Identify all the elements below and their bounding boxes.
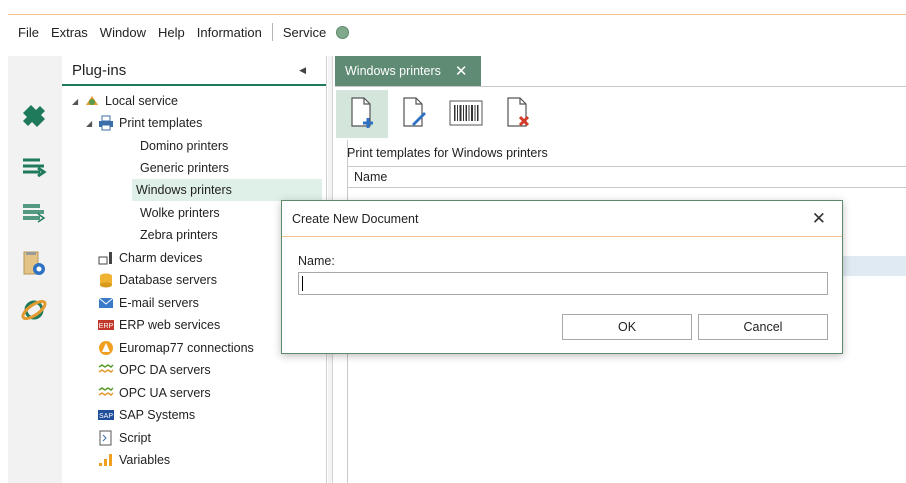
tab-label: Windows printers — [345, 64, 441, 78]
tree-item-windows-printers[interactable]: Windows printers — [132, 179, 322, 201]
barcode-button[interactable] — [440, 90, 492, 138]
svg-text:ERP: ERP — [99, 323, 114, 330]
panel-title: Plug-ins — [72, 61, 127, 79]
email-icon — [98, 295, 114, 311]
device-icon — [98, 250, 114, 266]
cancel-button[interactable]: Cancel — [698, 314, 828, 340]
expanded-icon[interactable]: ◢ — [86, 119, 98, 128]
tree-item-variables[interactable]: Variables — [98, 449, 170, 471]
new-document-icon — [346, 96, 378, 133]
tree-item-euromap77[interactable]: Euromap77 connections — [98, 337, 254, 359]
tree-item-domino-printers[interactable]: Domino printers — [136, 135, 232, 157]
service-status-icon — [336, 25, 350, 39]
ok-button[interactable]: OK — [562, 314, 692, 340]
menu-extras[interactable]: Extras — [45, 25, 94, 40]
document-content: Print templates for Windows printers Nam… — [347, 146, 906, 483]
dialog-titlebar: Create New Document ✕ — [282, 201, 842, 237]
tree-item-zebra-printers[interactable]: Zebra printers — [136, 224, 222, 246]
menu-bar: File Extras Window Help Information Serv… — [0, 20, 906, 44]
tree-item-opc-da-servers[interactable]: OPC DA servers — [98, 359, 211, 381]
opc-icon — [98, 385, 114, 401]
edit-document-icon — [398, 96, 430, 133]
plugins-icon[interactable] — [14, 96, 54, 136]
tree-item-charm-devices[interactable]: Charm devices — [98, 247, 202, 269]
opc-icon — [98, 362, 114, 378]
close-icon[interactable]: ✕ — [455, 62, 468, 80]
expanded-icon[interactable]: ◢ — [72, 97, 84, 106]
barcode-icon — [449, 100, 483, 129]
network-icon[interactable] — [14, 290, 54, 330]
menu-information[interactable]: Information — [191, 25, 268, 40]
menu-file[interactable]: File — [0, 25, 45, 40]
menu-separator — [271, 23, 273, 41]
tree-item-erp-web-services[interactable]: ERP ERP web services — [98, 314, 220, 336]
tree-item-email-servers[interactable]: E-mail servers — [98, 292, 199, 314]
document-toolbar — [336, 90, 544, 138]
triangle-left-icon[interactable]: ◀ — [299, 65, 306, 76]
tree-item-generic-printers[interactable]: Generic printers — [136, 157, 233, 179]
delete-document-icon — [502, 96, 534, 133]
create-new-document-dialog: Create New Document ✕ Name: OK Cancel — [281, 200, 843, 354]
activity-bar — [8, 56, 62, 483]
tree-item-script[interactable]: Script — [98, 427, 151, 449]
tree-item-database-servers[interactable]: Database servers — [98, 269, 217, 291]
column-header-name[interactable]: Name — [348, 166, 906, 188]
close-icon[interactable]: ✕ — [812, 209, 826, 229]
menu-service[interactable]: Service — [277, 25, 332, 40]
tab-divider — [335, 86, 906, 87]
name-label: Name: — [298, 254, 335, 268]
tree-item-wolke-printers[interactable]: Wolke printers — [136, 202, 224, 224]
plugins-panel-header: Plug-ins ◀ — [62, 56, 326, 86]
tree-item-sap-systems[interactable]: SAP SAP Systems — [98, 404, 195, 426]
printer-icon — [98, 115, 114, 131]
text-caret — [302, 276, 303, 291]
transfer-in-icon[interactable] — [14, 146, 54, 186]
database-icon — [98, 272, 114, 288]
tree-item-local-service[interactable]: ◢ Local service — [72, 90, 178, 112]
name-input[interactable] — [298, 272, 828, 295]
tree-item-opc-ua-servers[interactable]: OPC UA servers — [98, 382, 211, 404]
tree-item-print-templates[interactable]: ◢ Print templates — [86, 112, 202, 134]
svg-text:SAP: SAP — [99, 413, 113, 420]
script-icon — [98, 430, 114, 446]
edit-document-button[interactable] — [388, 90, 440, 138]
sap-icon: SAP — [98, 407, 114, 423]
erp-icon: ERP — [98, 317, 114, 333]
euromap-icon — [98, 340, 114, 356]
list-title: Print templates for Windows printers — [347, 146, 548, 160]
menu-window[interactable]: Window — [94, 25, 152, 40]
tab-windows-printers[interactable]: Windows printers ✕ — [335, 56, 481, 86]
menu-help[interactable]: Help — [152, 25, 191, 40]
delete-document-button[interactable] — [492, 90, 544, 138]
transfer-out-icon[interactable] — [14, 192, 54, 232]
folder-settings-icon[interactable] — [14, 244, 54, 284]
top-accent-line — [8, 14, 906, 15]
variables-icon — [98, 452, 114, 468]
dialog-title: Create New Document — [292, 211, 419, 226]
new-document-button[interactable] — [336, 90, 388, 138]
service-icon — [84, 93, 100, 109]
